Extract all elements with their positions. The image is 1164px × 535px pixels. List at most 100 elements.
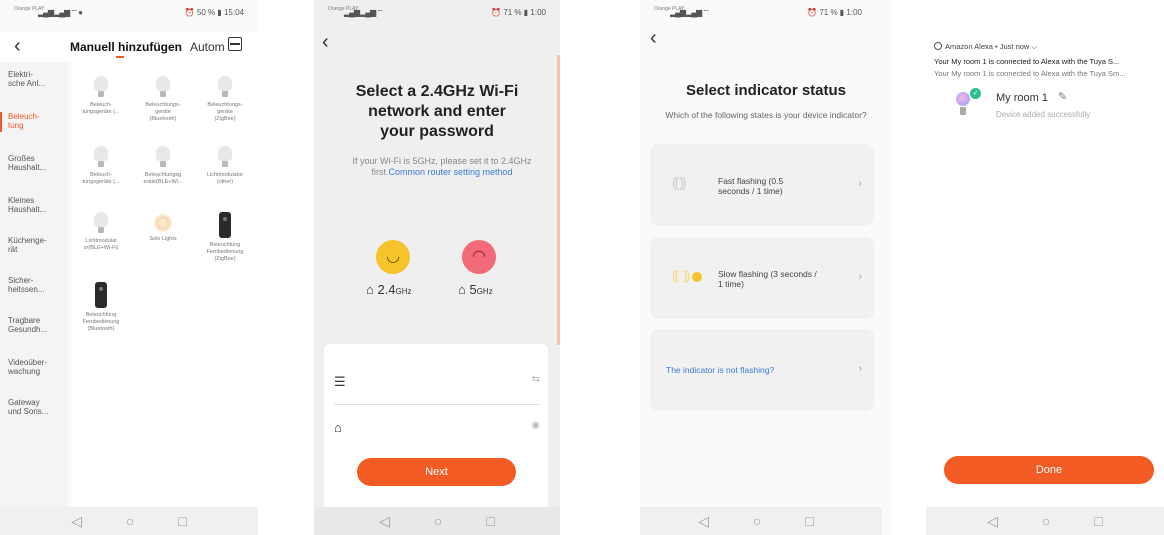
device-label: Beleuch- tungsgeräte (...: [82, 172, 120, 185]
router-icon: ⌂: [458, 282, 470, 297]
solar-light-icon: [154, 214, 172, 232]
device-tile[interactable]: Beleuchtungs- geräte (Bluetooth): [134, 76, 192, 123]
phone-indicator-status: Orange PLAY ▂▄▆ ▂▄▆ ⌔ ⏰ 71 % ▮ 1:00 ‹ Se…: [640, 0, 892, 535]
device-tile[interactable]: Beleuchtungs- geräte (ZigBee): [196, 76, 254, 123]
status-right: ⏰ 71 % ▮ 1:00: [807, 8, 862, 17]
eye-icon[interactable]: ◉: [531, 420, 540, 431]
wifi-ssid-field[interactable]: ☰ ⇆: [334, 370, 540, 394]
device-label: Beleuchtungs- geräte (ZigBee): [207, 102, 243, 122]
status-bar: Orange PLAY ▂▄▆ ▂▄▆ ⌔ ● ⏰ 50 % ▮ 15:04: [0, 0, 258, 28]
device-label: Beleuchtung Fernbedienung (Bluetooth): [82, 312, 120, 332]
device-tile[interactable]: Lichtmodulat or(BLE+Wi-Fi): [72, 212, 130, 252]
option-not-flashing[interactable]: The indicator is not flashing? ›: [650, 329, 874, 411]
nav-recents-icon[interactable]: □: [178, 513, 186, 529]
device-tile[interactable]: Beleuch- tungsgeräte (...: [72, 76, 130, 116]
alexa-notification[interactable]: Amazon Alexa • Just now ⌵ Your My room 1…: [926, 20, 1164, 90]
scan-icon[interactable]: [228, 37, 242, 51]
nav-home-icon[interactable]: ○: [1042, 513, 1050, 529]
nav-back-icon[interactable]: ◁: [379, 513, 390, 530]
bulb-icon: [94, 212, 108, 234]
device-tile[interactable]: Beleuch- tungsgeräte (...: [72, 146, 130, 186]
nav-home-icon[interactable]: ○: [753, 513, 761, 529]
indicator-on-icon: (( )): [672, 267, 690, 283]
category-lighting[interactable]: Beleuch- tung: [8, 112, 66, 130]
device-label: Lichtmodulator (other): [206, 172, 244, 185]
nav-back-icon[interactable]: ◁: [698, 513, 709, 530]
device-tile[interactable]: Lichtmodulator (other): [196, 146, 254, 186]
page-heading: Select a 2.4GHz Wi-Fi network and enter …: [355, 83, 519, 140]
band-24-value: 2.4: [377, 282, 396, 297]
page-title[interactable]: Manuell hinzufügen: [70, 40, 182, 54]
signal-icons: ▂▄▆ ▂▄▆ ⌔ ●: [38, 8, 83, 17]
system-nav-bar: ◁ ○ □: [926, 507, 1164, 535]
status-bar: Orange PLAY ▂▄▆ ▂▄▆ ⌔ ⏰ 71 % ▮ 1:00: [640, 0, 892, 28]
device-label: Lichtmodulat or(BLE+Wi-Fi): [83, 238, 119, 251]
chevron-right-icon: ›: [858, 271, 862, 283]
tab-auto-scan[interactable]: Autom: [190, 40, 225, 54]
scroll-indicator: [557, 55, 560, 345]
category-video[interactable]: Videoüber- wachung: [8, 358, 66, 376]
nav-recents-icon[interactable]: □: [1094, 513, 1102, 529]
band-5-unit: GHz: [476, 287, 493, 296]
page-heading: Select indicator status: [685, 82, 847, 99]
option-fast-flashing[interactable]: (( )) Fast flashing (0.5 seconds / 1 tim…: [650, 144, 874, 226]
signal-icons: ▂▄▆ ▂▄▆ ⌔: [344, 8, 384, 17]
phone-add-device-manually: Orange PLAY ▂▄▆ ▂▄▆ ⌔ ● ⏰ 50 % ▮ 15:04 ‹…: [0, 0, 258, 535]
status-bar: Orange PLAY ▂▄▆ ▂▄▆ ⌔ ⏰ 71 % ▮ 1:00: [314, 0, 560, 28]
device-grid: Beleuch- tungsgeräte (... Beleuchtungs- …: [72, 62, 258, 514]
device-tile[interactable]: Beleuchtungsg eräte(BLE+Wi...: [134, 146, 192, 186]
router-setting-link[interactable]: Common router setting method: [388, 167, 512, 177]
category-large-appliances[interactable]: Großes Haushalt...: [8, 154, 66, 172]
back-arrow-icon[interactable]: ‹: [322, 32, 329, 52]
category-health[interactable]: Tragbare Gesundh...: [8, 316, 66, 334]
category-electrical[interactable]: Elektri- sche Anl...: [8, 70, 66, 88]
device-label: Beleuchtungs- geräte (Bluetooth): [145, 102, 181, 122]
not-flashing-link[interactable]: The indicator is not flashing?: [666, 365, 774, 375]
nav-recents-icon[interactable]: □: [486, 513, 494, 529]
nav-recents-icon[interactable]: □: [805, 513, 813, 529]
bulb-icon: [218, 146, 232, 168]
remote-control-icon: [95, 282, 107, 308]
category-small-appliances[interactable]: Kleines Haushalt...: [8, 196, 66, 214]
done-button[interactable]: Done: [944, 456, 1154, 484]
bulb-icon: [156, 76, 170, 98]
system-nav-bar: ◁ ○ □: [0, 507, 258, 535]
device-name: My room 1: [996, 92, 1048, 104]
wifi-icon: ☰: [334, 374, 346, 389]
status-right: ⏰ 71 % ▮ 1:00: [491, 8, 546, 17]
category-kitchen[interactable]: Küchenge- rät: [8, 236, 66, 254]
nav-home-icon[interactable]: ○: [434, 513, 442, 529]
notification-title: Your My room 1 is connected to Alexa wit…: [934, 57, 1120, 66]
system-nav-bar: ◁ ○ □: [314, 507, 560, 535]
nav-back-icon[interactable]: ◁: [987, 513, 998, 530]
indicator-dot: [692, 272, 702, 282]
category-gateway[interactable]: Gateway und Sons...: [8, 398, 66, 416]
back-arrow-icon[interactable]: ‹: [14, 36, 21, 56]
device-tile[interactable]: Beleuchtung Fernbedienung (ZigBee): [196, 212, 254, 263]
bulb-icon: [218, 76, 232, 98]
active-tab-indicator: [116, 56, 124, 58]
bulb-icon: [94, 146, 108, 168]
active-category-bar: [0, 112, 2, 132]
wifi-password-field[interactable]: ⌂ ◉: [334, 416, 540, 440]
back-arrow-icon[interactable]: ‹: [650, 28, 657, 48]
device-tile[interactable]: Solo Lights: [134, 214, 192, 243]
field-divider: [334, 404, 540, 405]
router-icon: ⌂: [366, 282, 378, 297]
nav-back-icon[interactable]: ◁: [71, 513, 82, 530]
wifi-note: If your Wi-Fi is 5GHz, please set it to …: [350, 156, 534, 178]
switch-network-icon[interactable]: ⇆: [532, 374, 540, 385]
system-nav-bar: ◁ ○ □: [640, 507, 882, 535]
band-24-unit: GHz: [395, 287, 412, 296]
edit-icon[interactable]: ✎: [1058, 90, 1067, 103]
notification-app: Amazon Alexa • Just now ⌵: [934, 42, 1037, 52]
band-5-value: 5: [469, 282, 477, 297]
next-button[interactable]: Next: [357, 458, 516, 486]
category-security[interactable]: Sicher- heitssen...: [8, 276, 66, 294]
option-slow-flashing[interactable]: (( )) Slow flashing (3 seconds / 1 time)…: [650, 237, 874, 319]
device-tile[interactable]: Beleuchtung Fernbedienung (Bluetooth): [72, 282, 130, 333]
remote-control-icon: [219, 212, 231, 238]
band-24ghz: ⌂ 2.4GHz: [366, 282, 412, 297]
nav-home-icon[interactable]: ○: [126, 513, 134, 529]
option-label: Slow flashing (3 seconds / 1 time): [718, 269, 817, 289]
